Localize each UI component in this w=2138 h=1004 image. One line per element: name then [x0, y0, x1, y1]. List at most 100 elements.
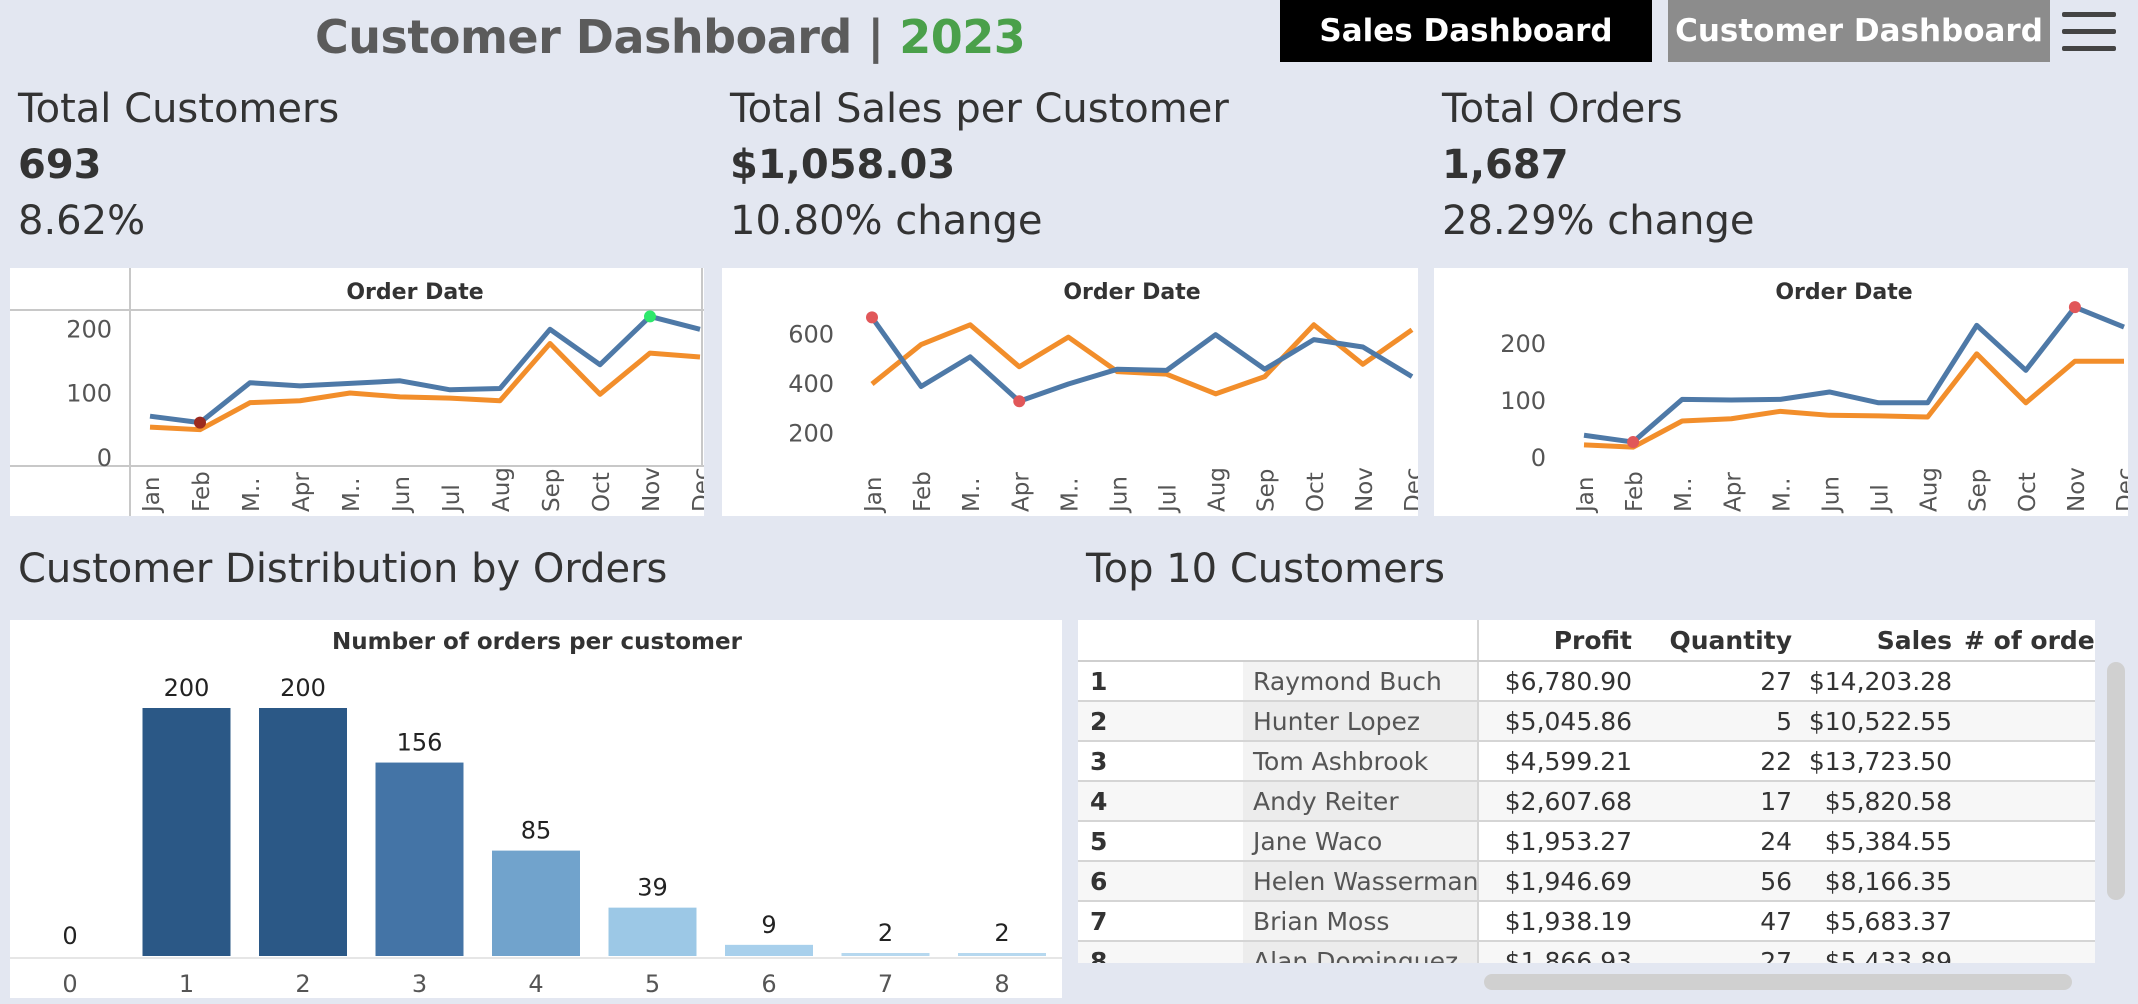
sparkline-xtick: Jul [1868, 484, 1894, 514]
sparkline-previous-series [870, 322, 1414, 397]
sparkline-ytick: 100 [66, 380, 112, 408]
table-row[interactable]: 8 Alan Dominguez $1,866.93 27 $5,433.89 [1078, 941, 2095, 963]
kpi-total-customers-change: 8.62% [18, 198, 146, 244]
table-cell-rank: 5 [1078, 821, 1243, 862]
bar-4 [492, 850, 580, 956]
sparkline-header: Order Date [346, 280, 483, 305]
table-cell-rank: 6 [1078, 861, 1243, 902]
table-cell-orders [1958, 901, 2095, 942]
bar-2 [259, 708, 347, 956]
sparkline-sales-chart: Order Date 600 400 200 Jan Feb M.. Apr M.. Jun Jul… [788, 280, 1427, 514]
sparkline-xtick: Oct [2015, 472, 2041, 512]
sparkline-xtick: Oct [1303, 472, 1329, 512]
table-cell-profit: $1,946.69 [1478, 861, 1638, 902]
sparkline-xtick: M.. [959, 478, 985, 512]
bar-value-label: 200 [280, 674, 326, 702]
table-row[interactable]: 2 Hunter Lopez $5,045.86 5 $10,522.55 [1078, 701, 2095, 742]
kpi-total-customers-value: 693 [18, 142, 102, 188]
bar-value-label: 39 [637, 874, 668, 902]
table-header-sales[interactable]: Sales [1798, 620, 1958, 662]
table-cell-customer-name: Andy Reiter [1243, 781, 1479, 822]
sparkline-orders-chart: Order Date 200 100 0 Jan Feb M.. Apr M.. Jun Jul Au… [1500, 280, 2138, 514]
table-cell-orders [1958, 781, 2095, 822]
sparkline-xtick: Apr [1720, 472, 1746, 512]
table-header-row: Profit Quantity Sales # of orders [1078, 620, 2095, 662]
sparkline-previous-series [1583, 351, 2124, 450]
sparkline-xtick: Feb [1622, 471, 1648, 512]
sparkline-xtick: Jan [861, 477, 887, 514]
sparkline-xtick: Aug [489, 467, 515, 512]
sparkline-current-series [149, 313, 701, 426]
bar-value-label: 9 [761, 911, 776, 939]
table-cell-orders [1958, 861, 2095, 902]
table-cell-customer-name: Alan Dominguez [1243, 941, 1479, 963]
sparkline-min-marker [1627, 436, 1640, 449]
table-header-quantity[interactable]: Quantity [1638, 620, 1798, 662]
sparkline-ytick: 100 [1500, 387, 1546, 415]
table-cell-rank: 7 [1078, 901, 1243, 942]
table-cell-quantity: 17 [1638, 781, 1798, 822]
table-cell-orders [1958, 741, 2095, 782]
table-cell-profit: $2,607.68 [1478, 781, 1638, 822]
sparkline-customers-chart: Order Date 200 100 0 Jan Feb M.. Apr M.. Jun Jul Au… [10, 268, 715, 516]
sparkline-max-marker [644, 310, 656, 323]
table-cell-orders [1958, 661, 2095, 702]
sparkline-xtick: M.. [1671, 478, 1697, 512]
table-cell-rank: 8 [1078, 941, 1243, 963]
table-row[interactable]: 7 Brian Moss $1,938.19 47 $5,683.37 [1078, 901, 2095, 942]
sparkline-xtick: Jun [1818, 476, 1844, 514]
table-cell-profit: $4,599.21 [1478, 741, 1638, 782]
kpi-total-orders-label: Total Orders [1442, 86, 1683, 132]
kpi-total-customers-label: Total Customers [18, 86, 340, 132]
sales-dashboard-button[interactable]: Sales Dashboard [1280, 0, 1652, 62]
bar-category-label: 4 [528, 970, 543, 998]
top10-section-title: Top 10 Customers [1086, 546, 1445, 592]
table-cell-sales: $5,820.58 [1798, 781, 1958, 822]
table-cell-sales: $13,723.50 [1798, 741, 1958, 782]
table-row[interactable]: 6 Helen Wasserman $1,946.69 56 $8,166.35 [1078, 861, 2095, 902]
sparkline-ytick: 0 [97, 444, 112, 472]
sparkline-xtick: Apr [289, 472, 315, 512]
sparkline-xtick: Dec [689, 467, 704, 512]
table-row[interactable]: 1 Raymond Buch $6,780.90 27 $14,203.28 [1078, 661, 2095, 702]
bar-1 [142, 708, 231, 956]
table-cell-customer-name: Helen Wasserman [1243, 861, 1479, 902]
sparkline-ytick: 0 [1531, 444, 1546, 472]
table-cell-orders [1958, 821, 2095, 862]
table-header-customer [1078, 620, 1479, 662]
kpi-sales-per-customer-value: $1,058.03 [730, 142, 956, 188]
sparkline-min-marker [1013, 395, 1026, 408]
table-cell-sales: $5,433.89 [1798, 941, 1958, 963]
table-row[interactable]: 5 Jane Waco $1,953.27 24 $5,384.55 [1078, 821, 2095, 862]
table-vertical-scrollbar[interactable] [2107, 662, 2125, 900]
sparkline-max-marker [866, 311, 878, 324]
title-text: Customer Dashboard [315, 10, 852, 64]
bar-5 [608, 907, 697, 956]
table-header-orders[interactable]: # of orders [1958, 620, 2095, 662]
table-cell-rank: 4 [1078, 781, 1243, 822]
kpi-total-orders-value: 1,687 [1442, 142, 1569, 188]
kpi-sales-per-customer-label: Total Sales per Customer [730, 86, 1229, 132]
bar-value-label: 2 [878, 919, 893, 947]
table-cell-quantity: 24 [1638, 821, 1798, 862]
table-cell-sales: $14,203.28 [1798, 661, 1958, 702]
sparkline-xtick: Jun [1106, 476, 1132, 514]
sparkline-xtick: M.. [339, 478, 365, 512]
table-cell-quantity: 27 [1638, 661, 1798, 702]
table-cell-orders [1958, 701, 2095, 742]
table-cell-rank: 1 [1078, 661, 1243, 702]
top10-table[interactable]: Profit Quantity Sales # of orders 1Raymo… [1078, 620, 2095, 963]
sparkline-xtick: Nov [1352, 467, 1378, 512]
table-cell-quantity: 47 [1638, 901, 1798, 942]
table-row[interactable]: 3 Tom Ashbrook $4,599.21 22 $13,723.50 [1078, 741, 2095, 782]
sparkline-xtick: M.. [1769, 478, 1795, 512]
customer-dashboard-button[interactable]: Customer Dashboard [1668, 0, 2050, 62]
hamburger-menu-icon[interactable] [2058, 8, 2120, 56]
table-header-profit[interactable]: Profit [1478, 620, 1638, 662]
sparkline-xtick: Jan [1573, 477, 1599, 514]
table-row[interactable]: 4 Andy Reiter $2,607.68 17 $5,820.58 [1078, 781, 2095, 822]
sparkline-xtick: Dec [2113, 467, 2128, 512]
table-horizontal-scrollbar[interactable] [1484, 974, 2072, 990]
bar-6 [725, 944, 813, 956]
table-cell-rank: 2 [1078, 701, 1243, 742]
